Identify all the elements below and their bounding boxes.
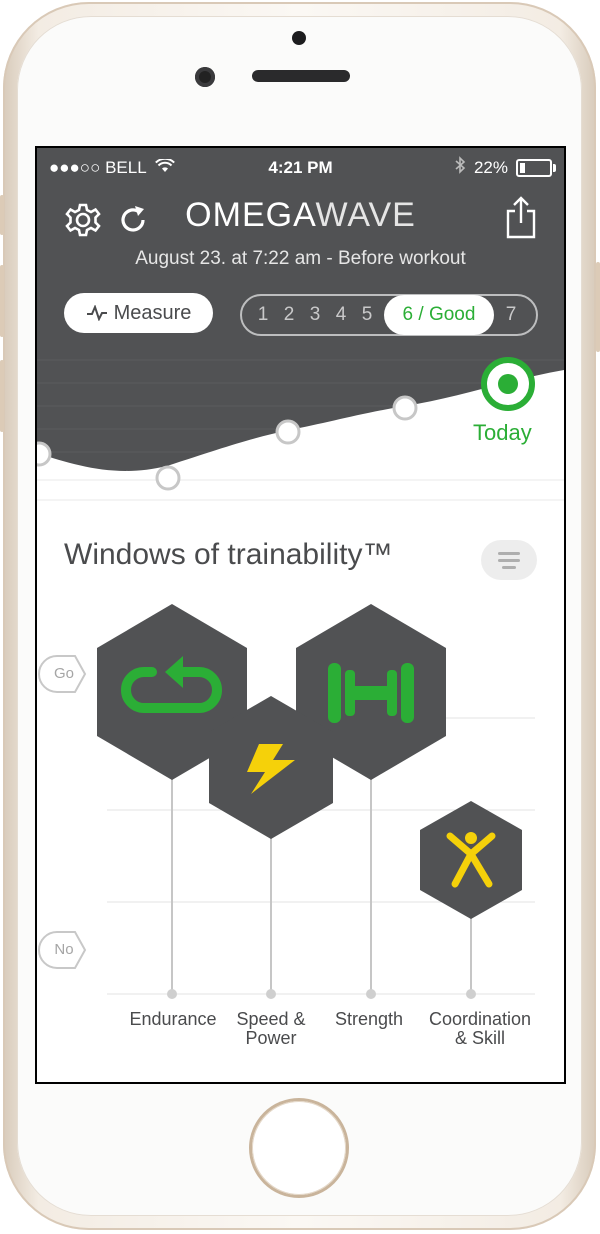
endurance-hexagon bbox=[97, 604, 247, 780]
scale-item[interactable]: 2 bbox=[276, 304, 302, 326]
scale-item[interactable]: 4 bbox=[328, 304, 354, 326]
scale-selected[interactable]: 6 / Good bbox=[384, 295, 494, 335]
person-figure-icon bbox=[446, 832, 496, 888]
no-label: No bbox=[54, 941, 74, 958]
dumbbell-icon bbox=[328, 663, 414, 723]
trend-point bbox=[155, 465, 181, 491]
battery-status: 22% bbox=[454, 156, 556, 179]
trend-point bbox=[275, 419, 301, 445]
front-camera bbox=[195, 67, 215, 87]
volume-down-button bbox=[0, 360, 4, 432]
power-button bbox=[596, 262, 600, 352]
strength-hexagon bbox=[296, 604, 446, 780]
home-button[interactable] bbox=[252, 1101, 346, 1195]
scale-item[interactable]: 7 bbox=[498, 304, 524, 326]
volume-up-button bbox=[0, 265, 4, 337]
go-label: Go bbox=[53, 665, 74, 682]
trend-point bbox=[37, 441, 52, 467]
mute-switch bbox=[0, 195, 4, 235]
today-label: Today bbox=[473, 420, 532, 445]
trend-point bbox=[392, 395, 418, 421]
section-title: Windows of trainability™ bbox=[64, 538, 393, 571]
readiness-scale[interactable]: 1 2 3 4 5 6 / Good 7 bbox=[240, 294, 538, 336]
measurement-subtitle: August 23. at 7:22 am - Before workout bbox=[135, 248, 466, 269]
status-bar: ●●●○○ BELL 4:21 PM 22% bbox=[37, 148, 564, 188]
speed-power-hexagon bbox=[209, 696, 333, 839]
omegawave-logo: OMEGAWAVE bbox=[185, 196, 416, 234]
screen-bezel: ●●●○○ BELL 4:21 PM 22% OMEGAWAVE August … bbox=[35, 146, 566, 1084]
coordination-hexagon bbox=[420, 801, 522, 919]
scale-item[interactable]: 1 bbox=[250, 304, 276, 326]
scale-item[interactable]: 3 bbox=[302, 304, 328, 326]
loop-arrow-icon bbox=[121, 667, 222, 713]
bluetooth-icon bbox=[454, 156, 466, 179]
menu-button[interactable] bbox=[481, 540, 537, 580]
category-label-coordination: Coordination & Skill bbox=[428, 1009, 532, 1048]
pulse-icon bbox=[86, 305, 107, 321]
scale-item[interactable]: 5 bbox=[354, 304, 380, 326]
measure-button[interactable]: Measure bbox=[64, 293, 213, 333]
battery-icon bbox=[516, 158, 556, 177]
proximity-sensor bbox=[292, 31, 306, 45]
measure-label: Measure bbox=[113, 301, 192, 324]
share-button[interactable] bbox=[501, 194, 541, 240]
menu-icon bbox=[498, 551, 520, 555]
lightning-icon bbox=[247, 744, 295, 794]
app-screen: ●●●○○ BELL 4:21 PM 22% OMEGAWAVE August … bbox=[37, 148, 564, 1082]
earpiece-speaker bbox=[252, 70, 350, 82]
category-label-strength: Strength bbox=[334, 1009, 404, 1029]
share-icon bbox=[506, 196, 536, 239]
battery-percent: 22% bbox=[473, 157, 508, 177]
